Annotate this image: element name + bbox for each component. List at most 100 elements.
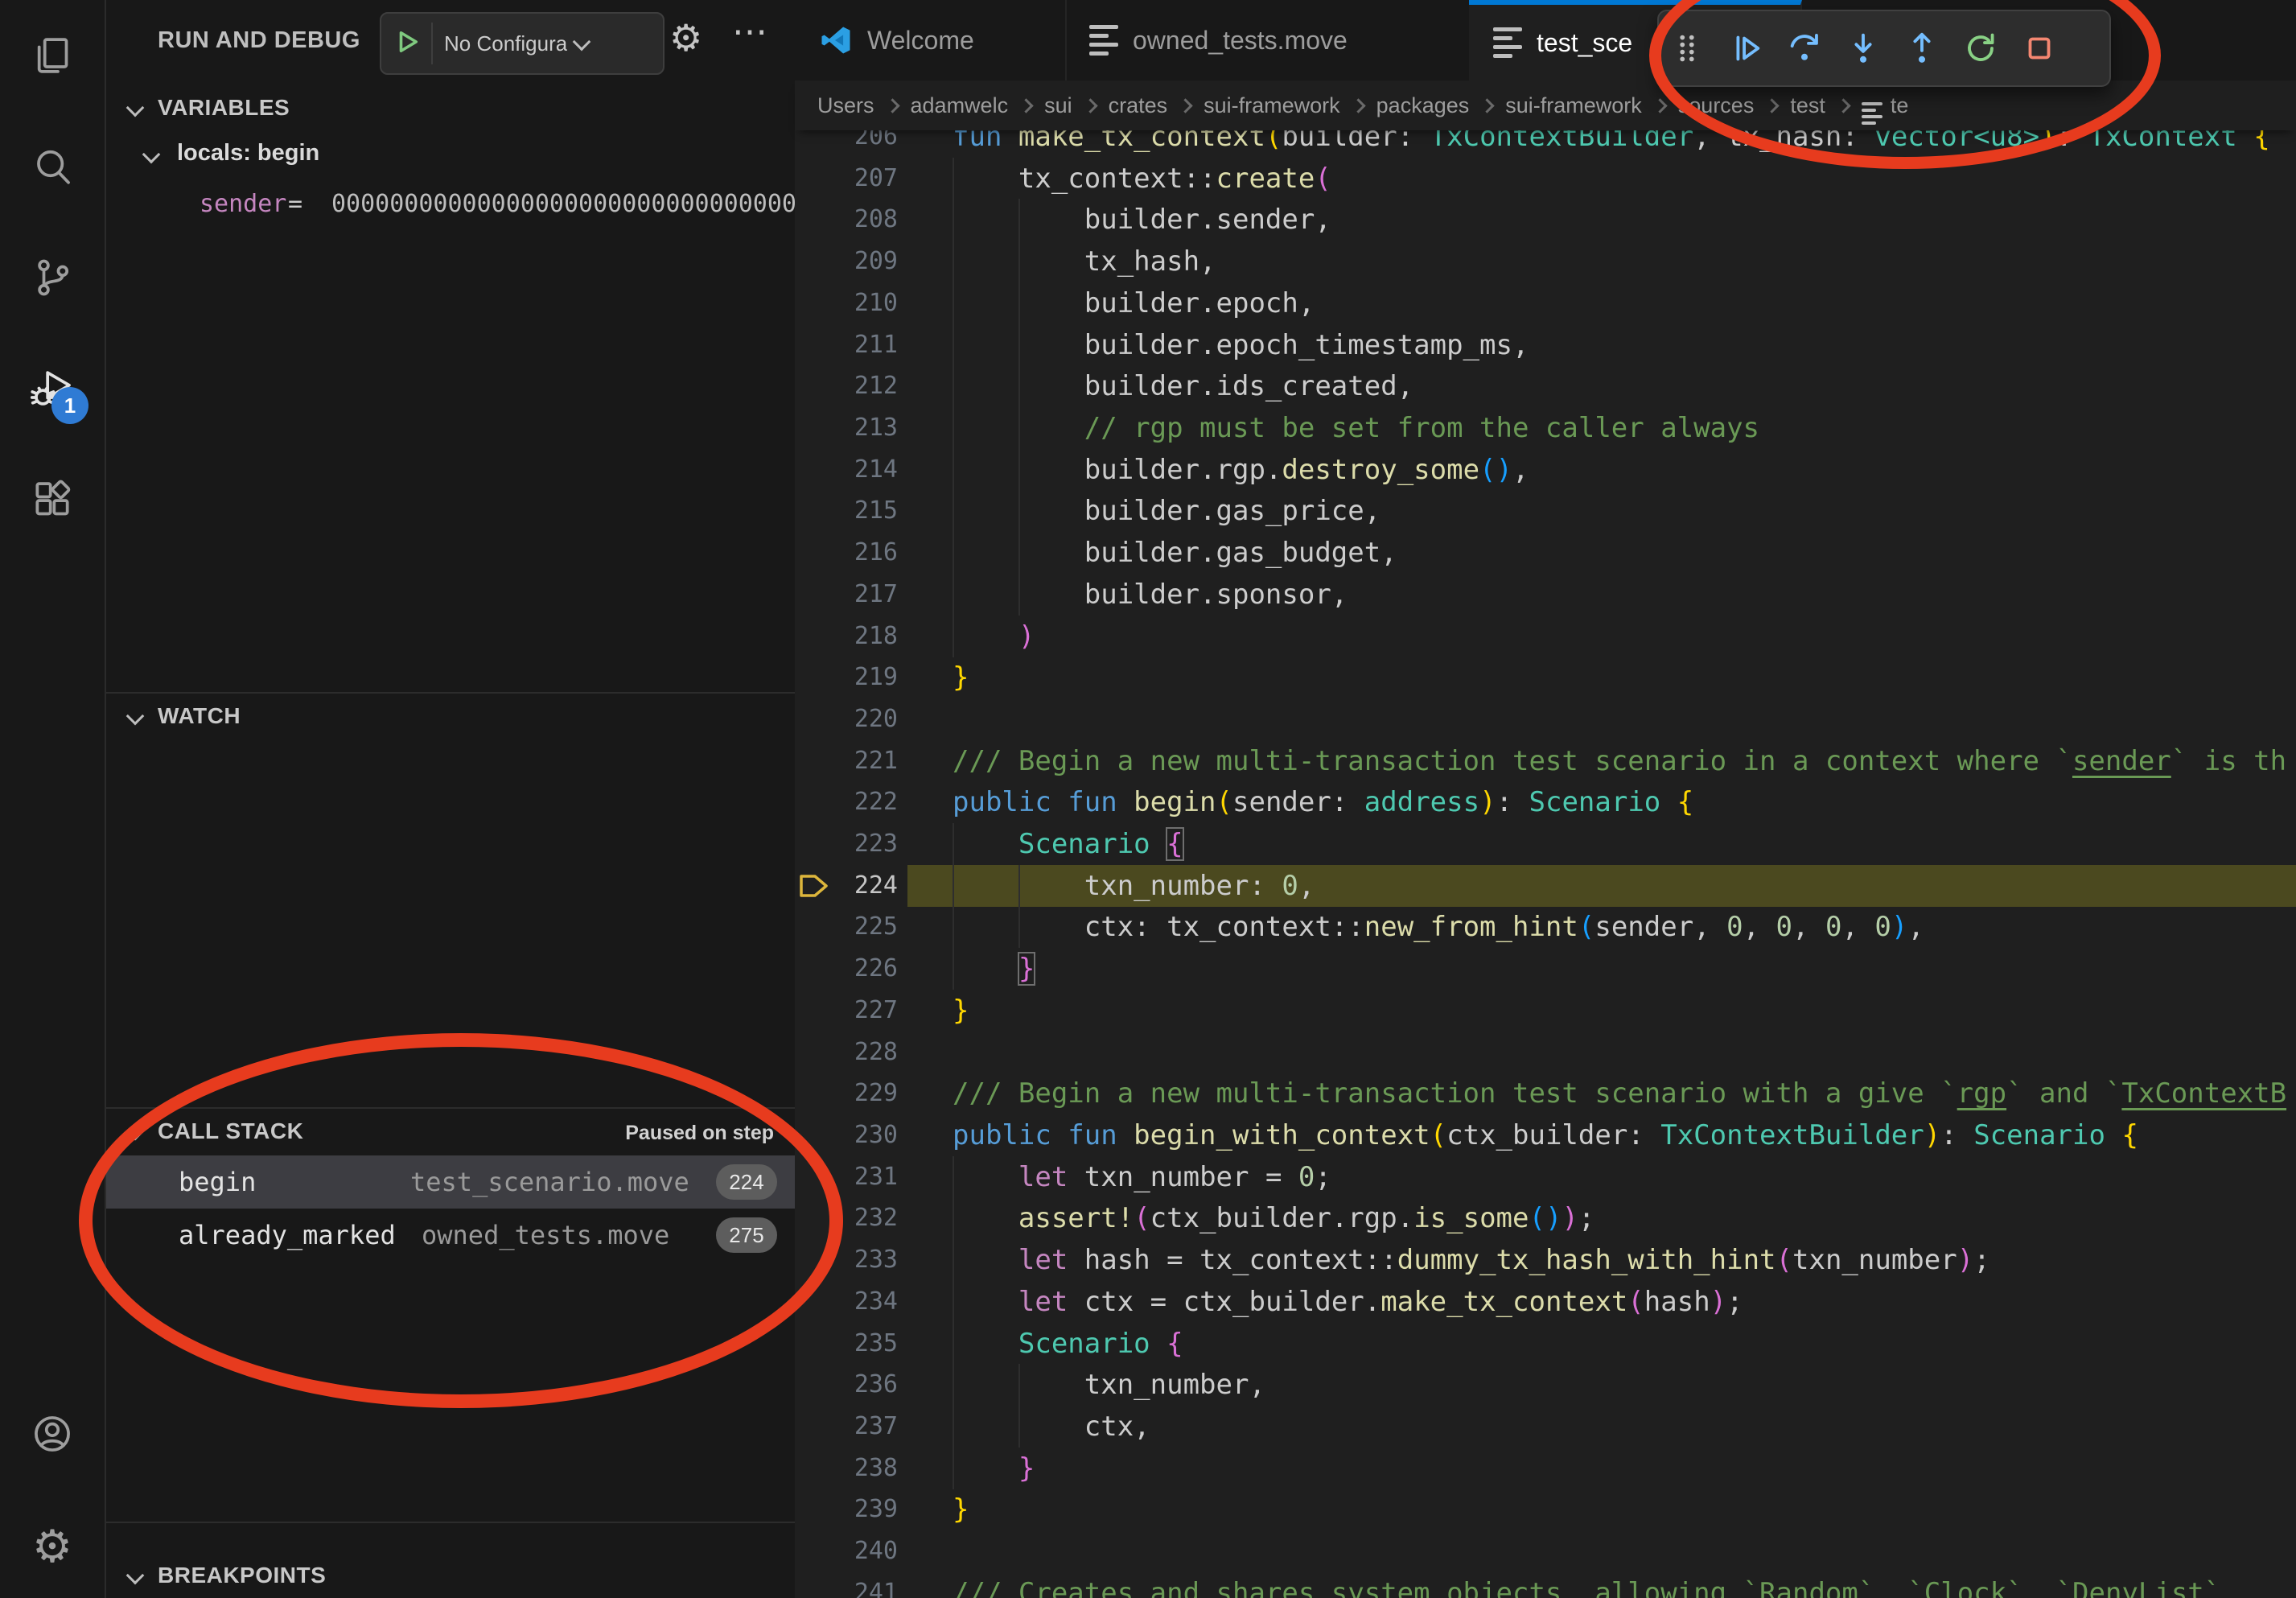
variable-row-sender[interactable]: sender = 0000000000000000000000000000000… bbox=[106, 190, 795, 232]
code-line-229[interactable]: 229/// Begin a new multi-transaction tes… bbox=[795, 1073, 2296, 1114]
line-number[interactable]: 219 bbox=[795, 657, 898, 698]
breadcrumb-item-adamwelc[interactable]: adamwelc bbox=[911, 93, 1009, 118]
code-line-235[interactable]: 235 Scenario { bbox=[795, 1323, 2296, 1365]
line-number[interactable]: 221 bbox=[795, 740, 898, 782]
code-line-211[interactable]: 211 builder.epoch_timestamp_ms, bbox=[795, 324, 2296, 366]
line-number[interactable]: 228 bbox=[795, 1032, 898, 1073]
line-number[interactable]: 239 bbox=[795, 1489, 898, 1530]
breadcrumb-item-crates[interactable]: crates bbox=[1109, 93, 1168, 118]
code-line-223[interactable]: 223 Scenario { bbox=[795, 823, 2296, 865]
code-line-234[interactable]: 234 let ctx = ctx_builder.make_tx_contex… bbox=[795, 1281, 2296, 1323]
code-line-224[interactable]: 224 txn_number: 0, bbox=[795, 865, 2296, 907]
line-number[interactable]: 233 bbox=[795, 1239, 898, 1281]
code-line-231[interactable]: 231 let txn_number = 0; bbox=[795, 1156, 2296, 1198]
stack-frame-already_marked[interactable]: already_markedowned_tests.move275 bbox=[106, 1209, 795, 1262]
code-line-215[interactable]: 215 builder.gas_price, bbox=[795, 490, 2296, 532]
step-out-button[interactable] bbox=[1903, 23, 1940, 73]
restart-button[interactable] bbox=[1962, 23, 1999, 73]
debug-config-dropdown[interactable]: No Configura bbox=[380, 12, 665, 75]
activity-item-run-and-debug[interactable]: 1 bbox=[0, 340, 105, 437]
code-line-237[interactable]: 237 ctx, bbox=[795, 1406, 2296, 1448]
activity-item-explorer[interactable] bbox=[0, 7, 105, 104]
line-number[interactable]: 234 bbox=[795, 1281, 898, 1323]
code-line-213[interactable]: 213 // rgp must be set from the caller a… bbox=[795, 407, 2296, 449]
line-number[interactable]: 231 bbox=[795, 1156, 898, 1198]
code-line-219[interactable]: 219} bbox=[795, 657, 2296, 698]
drag-gripper[interactable] bbox=[1669, 23, 1706, 73]
activity-item-extensions[interactable] bbox=[0, 451, 105, 548]
tab-owned-tests-move[interactable]: owned_tests.move bbox=[1065, 0, 1471, 80]
line-number[interactable]: 235 bbox=[795, 1323, 898, 1365]
activity-item-source-control[interactable] bbox=[0, 229, 105, 326]
line-number[interactable]: 223 bbox=[795, 823, 898, 865]
step-over-button[interactable] bbox=[1786, 23, 1823, 73]
breadcrumb-item-test[interactable]: test bbox=[1790, 93, 1825, 118]
line-number[interactable]: 222 bbox=[795, 781, 898, 823]
code-line-240[interactable]: 240 bbox=[795, 1530, 2296, 1572]
code-editor[interactable]: 206fun make_tx_context(builder: TxContex… bbox=[795, 130, 2296, 1598]
breadcrumb-item-sui[interactable]: sui bbox=[1044, 93, 1072, 118]
breadcrumb-item-sui-framework[interactable]: sui-framework bbox=[1505, 93, 1642, 118]
line-number[interactable]: 218 bbox=[795, 616, 898, 657]
activity-item-accounts[interactable] bbox=[0, 1386, 105, 1482]
breadcrumb-item-te[interactable]: te bbox=[1862, 86, 1909, 125]
watch-section-header[interactable]: WATCH bbox=[106, 698, 795, 737]
code-line-221[interactable]: 221/// Begin a new multi-transaction tes… bbox=[795, 740, 2296, 782]
code-line-218[interactable]: 218 ) bbox=[795, 616, 2296, 657]
line-number[interactable]: 226 bbox=[795, 948, 898, 990]
code-line-220[interactable]: 220 bbox=[795, 698, 2296, 740]
start-debug-icon[interactable] bbox=[393, 27, 422, 60]
line-number[interactable]: 208 bbox=[795, 199, 898, 241]
line-number[interactable]: 232 bbox=[795, 1197, 898, 1239]
breadcrumb-item-sources[interactable]: sources bbox=[1678, 93, 1755, 118]
continue-button[interactable] bbox=[1727, 23, 1764, 73]
code-line-230[interactable]: 230public fun begin_with_context(ctx_bui… bbox=[795, 1114, 2296, 1156]
code-line-227[interactable]: 227} bbox=[795, 990, 2296, 1032]
tab-welcome[interactable]: Welcome bbox=[795, 0, 1067, 80]
more-actions-icon[interactable]: ⋯ bbox=[732, 11, 767, 52]
call-stack-section-header[interactable]: CALL STACK Paused on step bbox=[106, 1114, 795, 1152]
variables-section-header[interactable]: VARIABLES bbox=[106, 90, 795, 129]
line-number[interactable]: 227 bbox=[795, 990, 898, 1032]
line-number[interactable]: 229 bbox=[795, 1073, 898, 1114]
stop-button[interactable] bbox=[2021, 23, 2058, 73]
code-line-233[interactable]: 233 let hash = tx_context::dummy_tx_hash… bbox=[795, 1239, 2296, 1281]
breadcrumb-item-users[interactable]: Users bbox=[817, 93, 874, 118]
code-line-226[interactable]: 226 } bbox=[795, 948, 2296, 990]
line-number[interactable]: 230 bbox=[795, 1114, 898, 1156]
code-line-232[interactable]: 232 assert!(ctx_builder.rgp.is_some()); bbox=[795, 1197, 2296, 1239]
code-line-206[interactable]: 206fun make_tx_context(builder: TxContex… bbox=[795, 130, 2296, 158]
line-number[interactable]: 213 bbox=[795, 407, 898, 449]
line-number[interactable]: 217 bbox=[795, 574, 898, 616]
code-line-214[interactable]: 214 builder.rgp.destroy_some(), bbox=[795, 449, 2296, 491]
code-line-236[interactable]: 236 txn_number, bbox=[795, 1364, 2296, 1406]
code-line-208[interactable]: 208 builder.sender, bbox=[795, 199, 2296, 241]
line-number[interactable]: 240 bbox=[795, 1530, 898, 1572]
step-into-button[interactable] bbox=[1845, 23, 1882, 73]
breakpoints-section-header[interactable]: BREAKPOINTS bbox=[106, 1558, 795, 1596]
code-line-222[interactable]: 222public fun begin(sender: address): Sc… bbox=[795, 781, 2296, 823]
code-line-228[interactable]: 228 bbox=[795, 1032, 2296, 1073]
line-number[interactable]: 210 bbox=[795, 282, 898, 324]
line-number[interactable]: 207 bbox=[795, 158, 898, 200]
code-line-212[interactable]: 212 builder.ids_created, bbox=[795, 365, 2296, 407]
breadcrumb-item-sui-framework[interactable]: sui-framework bbox=[1204, 93, 1340, 118]
line-number[interactable]: 206 bbox=[795, 130, 898, 158]
line-number[interactable]: 224 bbox=[795, 865, 898, 907]
line-number[interactable]: 238 bbox=[795, 1448, 898, 1489]
code-line-210[interactable]: 210 builder.epoch, bbox=[795, 282, 2296, 324]
code-line-207[interactable]: 207 tx_context::create( bbox=[795, 158, 2296, 200]
line-number[interactable]: 215 bbox=[795, 490, 898, 532]
line-number[interactable]: 236 bbox=[795, 1364, 898, 1406]
line-number[interactable]: 209 bbox=[795, 241, 898, 282]
line-number[interactable]: 225 bbox=[795, 906, 898, 948]
code-line-217[interactable]: 217 builder.sponsor, bbox=[795, 574, 2296, 616]
line-number[interactable]: 216 bbox=[795, 532, 898, 574]
debug-settings-gear-icon[interactable]: ⚙ bbox=[669, 19, 702, 56]
code-line-225[interactable]: 225 ctx: tx_context::new_from_hint(sende… bbox=[795, 906, 2296, 948]
line-number[interactable]: 237 bbox=[795, 1406, 898, 1448]
line-number[interactable]: 214 bbox=[795, 449, 898, 491]
code-line-238[interactable]: 238 } bbox=[795, 1448, 2296, 1489]
line-number[interactable]: 241 bbox=[795, 1572, 898, 1598]
variables-scope-row[interactable]: locals: begin bbox=[106, 137, 795, 175]
